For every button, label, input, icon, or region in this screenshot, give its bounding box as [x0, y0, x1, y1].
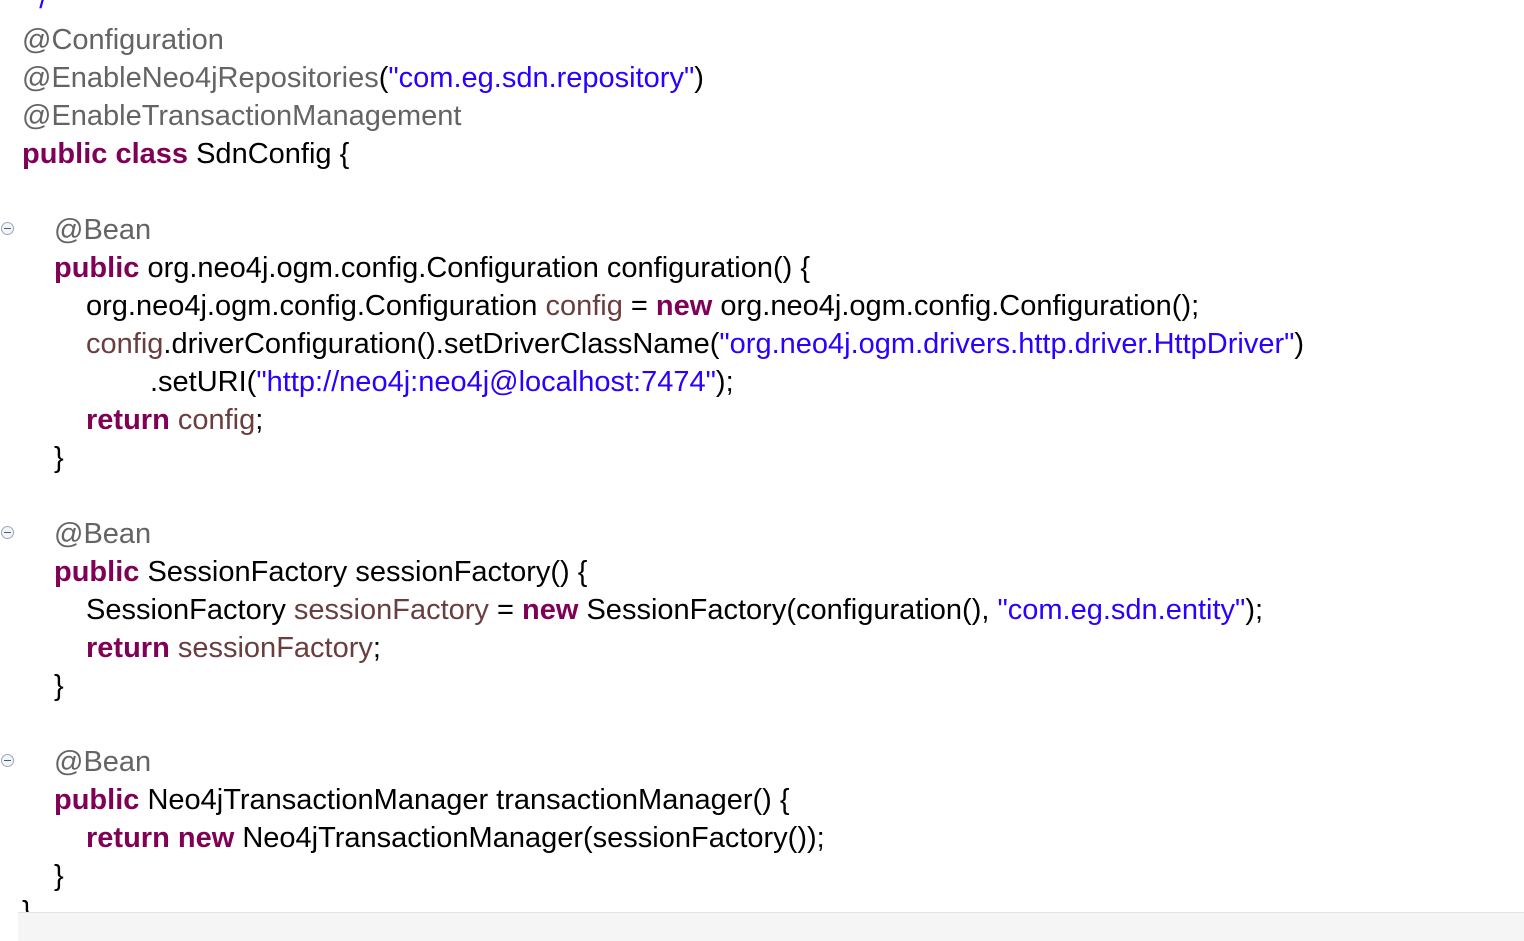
code-line-return-transaction-manager: return new Neo4jTransactionManager(sessi… — [86, 819, 825, 857]
code-line-annotation-transaction: @EnableTransactionManagement — [22, 97, 461, 135]
annotation-enable-repositories: @EnableNeo4jRepositories — [22, 62, 379, 94]
keyword-public: public — [54, 784, 140, 816]
code-line-set-driver: config.driverConfiguration().setDriverCl… — [86, 325, 1304, 363]
string-repository-package: "com.eg.sdn.repository" — [388, 62, 695, 94]
method-signature-session-factory: SessionFactory sessionFactory() { — [147, 556, 588, 588]
keyword-return: return — [86, 404, 170, 436]
annotation-bean: @Bean — [54, 518, 152, 550]
string-driver-class: "org.neo4j.ogm.drivers.http.driver.HttpD… — [719, 328, 1295, 360]
code-line-session-factory-declaration: SessionFactory sessionFactory = new Sess… — [86, 594, 1264, 626]
code-line-close-brace: } — [54, 857, 64, 895]
code-line-config-declaration: org.neo4j.ogm.config.Configuration confi… — [86, 290, 1200, 322]
fold-collapse-icon[interactable] — [1, 526, 14, 539]
type-configuration: org.neo4j.ogm.config.Configuration — [86, 290, 538, 322]
code-line-return-session-factory: return sessionFactory; — [86, 629, 381, 667]
code-line-bean-annotation: @Bean — [54, 743, 151, 781]
annotation-bean: @Bean — [54, 746, 152, 778]
code-editor[interactable]: */ @Configuration @EnableNeo4jRepositori… — [0, 0, 1524, 912]
code-line-annotation-configuration: @Configuration — [22, 21, 224, 59]
variable-config: config — [86, 328, 164, 360]
variable-config: config — [545, 290, 623, 322]
keyword-class: class — [115, 138, 189, 170]
variable-session-factory: sessionFactory — [177, 632, 373, 664]
code-line-method-signature: public Neo4jTransactionManager transacti… — [54, 781, 790, 819]
method-call-set-uri: .setURI( — [150, 366, 257, 398]
close-brace: } — [54, 442, 64, 474]
keyword-new: new — [522, 594, 579, 626]
keyword-public: public — [22, 138, 108, 170]
keyword-public: public — [54, 252, 140, 284]
constructor-configuration: org.neo4j.ogm.config.Configuration(); — [720, 290, 1200, 322]
close-brace: } — [54, 670, 64, 702]
string-uri: "http://neo4j:neo4j@localhost:7474" — [256, 366, 716, 398]
method-call-driver-configuration: .driverConfiguration().setDriverClassNam… — [163, 328, 720, 360]
annotation-configuration: @Configuration — [22, 24, 224, 56]
keyword-new: new — [655, 290, 713, 322]
code-line-close-brace: } — [54, 439, 64, 477]
type-session-factory: SessionFactory — [86, 594, 286, 626]
semicolon: ; — [372, 632, 381, 664]
code-line-class-declaration: public class SdnConfig { — [22, 135, 349, 173]
variable-session-factory: sessionFactory — [293, 594, 489, 626]
constructor-transaction-manager: Neo4jTransactionManager(sessionFactory()… — [242, 822, 825, 854]
constructor-session-factory: SessionFactory(configuration(), — [586, 594, 998, 626]
annotation-bean: @Bean — [54, 214, 152, 246]
code-line-close-brace: } — [54, 667, 64, 705]
code-line-comment-end: */ — [28, 0, 47, 18]
fold-collapse-icon[interactable] — [1, 754, 14, 767]
keyword-return: return — [86, 632, 170, 664]
paren-semicolon: ); — [1245, 594, 1264, 626]
code-line-class-close-brace: } — [22, 893, 32, 912]
method-signature-configuration: org.neo4j.ogm.config.Configuration confi… — [147, 252, 811, 284]
keyword-return: return — [86, 822, 170, 854]
paren: ) — [1294, 328, 1305, 360]
class-name: SdnConfig { — [196, 138, 350, 170]
paren: ) — [694, 62, 704, 94]
paren: ( — [378, 62, 389, 94]
class-close-brace: } — [22, 896, 32, 912]
code-line-annotation-repositories: @EnableNeo4jRepositories("com.eg.sdn.rep… — [22, 59, 704, 97]
semicolon: ; — [255, 404, 264, 436]
close-brace: } — [54, 860, 64, 892]
annotation-enable-transaction: @EnableTransactionManagement — [22, 100, 462, 132]
editor-bottom-bar — [18, 912, 1524, 941]
fold-collapse-icon[interactable] — [1, 222, 14, 235]
code-line-return-config: return config; — [86, 401, 263, 439]
paren-semicolon: ); — [715, 366, 734, 398]
variable-config: config — [177, 404, 256, 436]
code-line-set-uri: .setURI("http://neo4j:neo4j@localhost:74… — [150, 363, 734, 401]
code-line-method-signature: public org.neo4j.ogm.config.Configuratio… — [54, 249, 810, 287]
keyword-new: new — [177, 822, 235, 854]
code-line-method-signature: public SessionFactory sessionFactory() { — [54, 553, 587, 591]
method-signature-transaction-manager: Neo4jTransactionManager transactionManag… — [147, 784, 790, 816]
code-line-bean-annotation: @Bean — [54, 211, 151, 249]
comment-end: */ — [28, 0, 47, 15]
code-line-bean-annotation: @Bean — [54, 515, 151, 553]
keyword-public: public — [54, 556, 140, 588]
string-entity-package: "com.eg.sdn.entity" — [997, 594, 1246, 626]
